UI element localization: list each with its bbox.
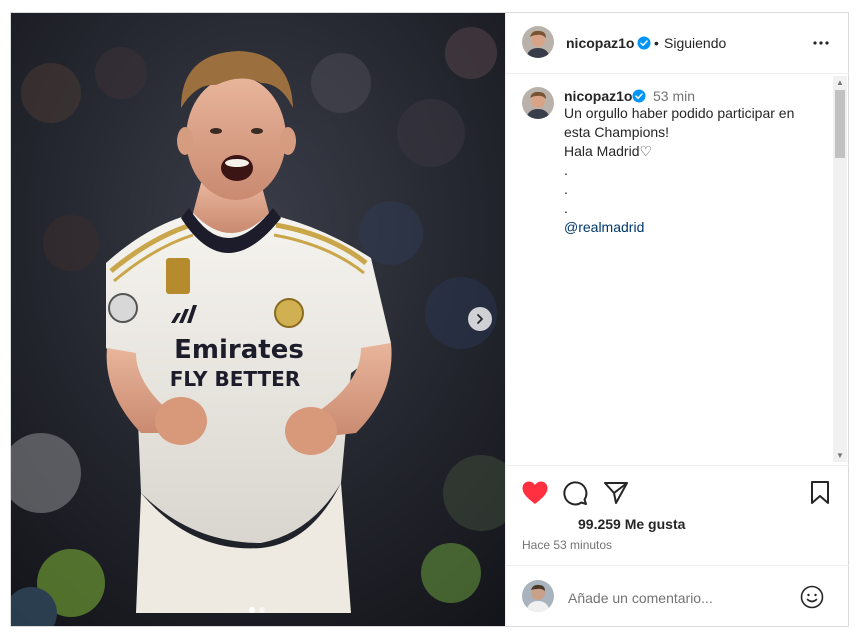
- chevron-right-icon: [477, 314, 483, 324]
- post-actions: 99.259 Me gusta Hace 53 minutos: [506, 465, 849, 566]
- viewer-avatar: [522, 580, 554, 612]
- caption-line: .: [564, 181, 568, 197]
- caption-verified-badge-icon: [632, 89, 646, 103]
- caption-mention-link[interactable]: @realmadrid: [564, 218, 814, 237]
- caption-line: esta Champions!: [564, 124, 670, 140]
- caption-scrollbar[interactable]: ▲ ▼: [833, 76, 847, 462]
- caption-author-avatar-image: [522, 87, 554, 119]
- comment-composer: [506, 565, 849, 627]
- post-side-panel: nicopaz1o • Siguiendo nicopaz1o 53 min U…: [505, 13, 849, 626]
- viewer-avatar-image: [522, 580, 554, 612]
- caption-line: Hala Madrid♡: [564, 143, 653, 159]
- emoji-icon[interactable]: [800, 585, 824, 609]
- carousel-indicator: [249, 607, 265, 613]
- author-username[interactable]: nicopaz1o: [566, 35, 634, 51]
- more-options-icon[interactable]: [812, 35, 830, 51]
- caption-time: 53 min: [653, 88, 696, 104]
- likes-count[interactable]: 99.259 Me gusta: [578, 516, 685, 532]
- scrollbar-thumb[interactable]: [835, 90, 845, 158]
- caption-line: .: [564, 162, 568, 178]
- carousel-dot: [259, 607, 265, 613]
- post-header: nicopaz1o • Siguiendo: [506, 13, 849, 74]
- carousel-next-button[interactable]: [468, 307, 492, 331]
- author-avatar-image: [522, 26, 554, 58]
- caption-area[interactable]: nicopaz1o 53 min Un orgullo haber podido…: [506, 74, 849, 464]
- caption-author-avatar[interactable]: [522, 87, 554, 119]
- comment-icon[interactable]: [562, 480, 588, 506]
- shirt-sponsor-line1: Emirates: [174, 335, 304, 365]
- header-separator: •: [654, 35, 659, 51]
- caption-line: Un orgullo haber podido participar en: [564, 105, 795, 121]
- post-card: Emirates FLY BETTER nicopaz1o • Siguiend…: [10, 12, 849, 627]
- caption-username[interactable]: nicopaz1o: [564, 88, 632, 104]
- follow-status-button[interactable]: Siguiendo: [664, 35, 726, 51]
- post-photo-image: Emirates FLY BETTER: [11, 13, 505, 626]
- post-photo[interactable]: Emirates FLY BETTER: [11, 13, 505, 626]
- verified-badge-icon: [637, 36, 651, 50]
- caption-line: .: [564, 200, 568, 216]
- scroll-down-arrow-icon[interactable]: ▼: [836, 451, 844, 460]
- scroll-up-arrow-icon[interactable]: ▲: [836, 78, 844, 87]
- bookmark-icon[interactable]: [809, 480, 831, 506]
- carousel-dot-active: [249, 607, 255, 613]
- comment-input[interactable]: [568, 588, 788, 608]
- share-icon[interactable]: [603, 480, 629, 506]
- post-timestamp: Hace 53 minutos: [522, 538, 613, 552]
- heart-icon[interactable]: [521, 480, 549, 506]
- author-avatar[interactable]: [522, 26, 554, 58]
- shirt-sponsor-line2: FLY BETTER: [170, 367, 300, 391]
- caption-text: Un orgullo haber podido participar en es…: [564, 104, 814, 237]
